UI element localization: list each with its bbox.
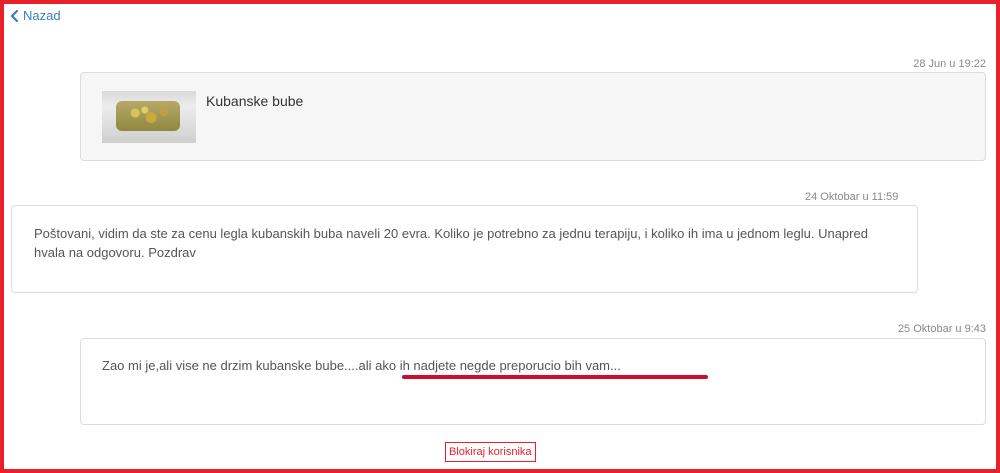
message-timestamp: 25 Oktobar u 9:43	[897, 323, 986, 335]
chevron-left-icon	[10, 9, 19, 22]
message-timestamp: 24 Oktobar u 11:59	[805, 191, 899, 203]
product-name: Kubanske bube	[206, 93, 304, 109]
back-label: Nazad	[23, 8, 61, 23]
product-message[interactable]: Kubanske bube	[80, 72, 986, 161]
block-user-button[interactable]: Blokiraj korisnika	[445, 442, 536, 462]
outgoing-message: Zao mi je,ali vise ne drzim kubanske bub…	[80, 338, 986, 425]
message-text: Zao mi je,ali vise ne drzim kubanske bub…	[102, 358, 621, 373]
highlight-underline	[402, 375, 708, 379]
product-thumbnail[interactable]	[102, 91, 196, 143]
message-timestamp: 28 Jun u 19:22	[913, 58, 986, 70]
incoming-message: Poštovani, vidim da ste za cenu legla ku…	[11, 205, 918, 293]
message-text: Poštovani, vidim da ste za cenu legla ku…	[34, 226, 868, 260]
back-link[interactable]: Nazad	[10, 8, 61, 23]
